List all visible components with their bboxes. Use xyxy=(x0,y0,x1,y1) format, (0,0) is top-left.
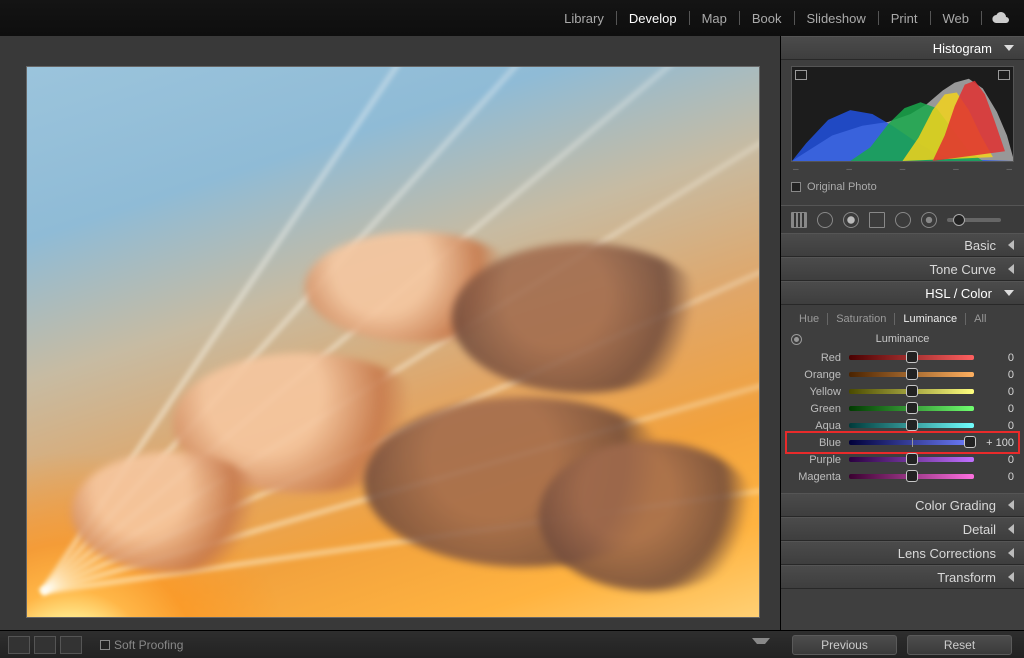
luminance-row-magenta: Magenta 0 xyxy=(791,468,1014,485)
hsl-subtabs: Hue Saturation Luminance All xyxy=(781,309,1024,329)
histogram-body: ––––– Original Photo xyxy=(781,60,1024,205)
panel-transform-header[interactable]: Transform xyxy=(781,565,1024,589)
slider-label: Yellow xyxy=(791,386,841,398)
before-after-tb-button[interactable] xyxy=(60,636,82,654)
luminance-row-aqua: Aqua 0 xyxy=(791,417,1014,434)
slider-label: Aqua xyxy=(791,420,841,432)
loupe-view-button[interactable] xyxy=(8,636,30,654)
slider-value[interactable]: 0 xyxy=(982,369,1014,381)
triangle-down-icon xyxy=(1004,45,1014,51)
reset-button[interactable]: Reset xyxy=(907,635,1012,655)
hsl-tab-saturation[interactable]: Saturation xyxy=(828,311,894,327)
slider-knob[interactable] xyxy=(906,470,918,482)
luminance-slider-green[interactable] xyxy=(849,406,974,411)
previous-button[interactable]: Previous xyxy=(792,635,897,655)
luminance-slider-blue[interactable] xyxy=(849,440,974,445)
slider-value[interactable]: 0 xyxy=(982,471,1014,483)
luminance-row-purple: Purple 0 xyxy=(791,451,1014,468)
graduated-filter-tool[interactable] xyxy=(869,212,885,228)
panel-hsl-header[interactable]: HSL / Color xyxy=(781,281,1024,305)
luminance-section-label: Luminance xyxy=(812,333,993,345)
slider-knob[interactable] xyxy=(906,385,918,397)
tab-library[interactable]: Library xyxy=(560,9,608,28)
brush-tool[interactable] xyxy=(921,212,937,228)
luminance-row-orange: Orange 0 xyxy=(791,366,1014,383)
slider-value[interactable]: 0 xyxy=(982,386,1014,398)
slider-knob[interactable] xyxy=(906,368,918,380)
slider-value[interactable]: 0 xyxy=(982,454,1014,466)
luminance-slider-red[interactable] xyxy=(849,355,974,360)
original-photo-toggle[interactable]: Original Photo xyxy=(791,175,1014,201)
slider-label: Magenta xyxy=(791,471,841,483)
cloud-sync-icon[interactable] xyxy=(990,11,1010,25)
targeted-adjust-icon[interactable] xyxy=(791,334,802,345)
mask-amount-slider[interactable] xyxy=(947,218,1001,222)
triangle-left-icon xyxy=(1008,500,1014,510)
triangle-left-icon xyxy=(1008,240,1014,250)
panel-colorgrading-header[interactable]: Color Grading xyxy=(781,493,1024,517)
luminance-row-green: Green 0 xyxy=(791,400,1014,417)
tab-book[interactable]: Book xyxy=(748,9,786,28)
slider-knob[interactable] xyxy=(906,453,918,465)
slider-knob[interactable] xyxy=(906,351,918,363)
tab-map[interactable]: Map xyxy=(698,9,731,28)
slider-knob[interactable] xyxy=(906,419,918,431)
luminance-row-red: Red 0 xyxy=(791,349,1014,366)
checkbox-icon[interactable] xyxy=(100,640,110,650)
checkbox-icon xyxy=(791,182,801,192)
panel-lens-header[interactable]: Lens Corrections xyxy=(781,541,1024,565)
panel-basic-header[interactable]: Basic xyxy=(781,233,1024,257)
crop-tool[interactable] xyxy=(791,212,807,228)
redeye-tool[interactable] xyxy=(843,212,859,228)
panel-histogram-header[interactable]: Histogram xyxy=(781,36,1024,60)
triangle-left-icon xyxy=(1008,572,1014,582)
slider-value[interactable]: 0 xyxy=(982,403,1014,415)
canvas-zone xyxy=(0,36,780,630)
triangle-left-icon xyxy=(1008,264,1014,274)
luminance-slider-yellow[interactable] xyxy=(849,389,974,394)
luminance-slider-purple[interactable] xyxy=(849,457,974,462)
develop-panel: Histogram ––––– xyxy=(780,36,1024,630)
slider-knob[interactable] xyxy=(964,436,976,448)
preview-image[interactable] xyxy=(26,66,760,618)
before-after-lr-button[interactable] xyxy=(34,636,56,654)
slider-label: Green xyxy=(791,403,841,415)
slider-label: Red xyxy=(791,352,841,364)
triangle-left-icon xyxy=(1008,524,1014,534)
tab-web[interactable]: Web xyxy=(939,9,974,28)
slider-value[interactable]: 0 xyxy=(982,352,1014,364)
spot-removal-tool[interactable] xyxy=(817,212,833,228)
slider-label: Purple xyxy=(791,454,841,466)
luminance-slider-aqua[interactable] xyxy=(849,423,974,428)
luminance-row-blue: Blue + 100 xyxy=(791,434,1014,451)
slider-knob[interactable] xyxy=(906,402,918,414)
local-adjust-toolbar xyxy=(781,205,1024,233)
slider-value[interactable]: + 100 xyxy=(982,437,1014,449)
triangle-left-icon xyxy=(1008,548,1014,558)
hsl-tab-all[interactable]: All xyxy=(966,311,994,327)
panel-tonecurve-header[interactable]: Tone Curve xyxy=(781,257,1024,281)
luminance-row-yellow: Yellow 0 xyxy=(791,383,1014,400)
bottom-toolbar: Soft Proofing Previous Reset xyxy=(0,630,1024,658)
luminance-slider-orange[interactable] xyxy=(849,372,974,377)
soft-proofing-label: Soft Proofing xyxy=(114,638,183,652)
tab-print[interactable]: Print xyxy=(887,9,922,28)
slider-label: Orange xyxy=(791,369,841,381)
luminance-slider-magenta[interactable] xyxy=(849,474,974,479)
slider-label: Blue xyxy=(791,437,841,449)
panel-detail-header[interactable]: Detail xyxy=(781,517,1024,541)
app-root: Library Develop Map Book Slideshow Print… xyxy=(0,0,1024,658)
radial-filter-tool[interactable] xyxy=(895,212,911,228)
triangle-down-icon xyxy=(1004,290,1014,296)
module-tabs: Library Develop Map Book Slideshow Print… xyxy=(0,0,1024,36)
slider-value[interactable]: 0 xyxy=(982,420,1014,432)
hsl-tab-luminance[interactable]: Luminance xyxy=(895,311,965,327)
histogram-chart[interactable] xyxy=(791,66,1014,162)
tab-develop[interactable]: Develop xyxy=(625,9,681,28)
tab-slideshow[interactable]: Slideshow xyxy=(803,9,870,28)
hsl-tab-hue[interactable]: Hue xyxy=(791,311,827,327)
toolbar-disclosure-icon[interactable] xyxy=(752,638,770,652)
hsl-body: Hue Saturation Luminance All Luminance R… xyxy=(781,305,1024,493)
panel-title: Histogram xyxy=(933,41,992,56)
